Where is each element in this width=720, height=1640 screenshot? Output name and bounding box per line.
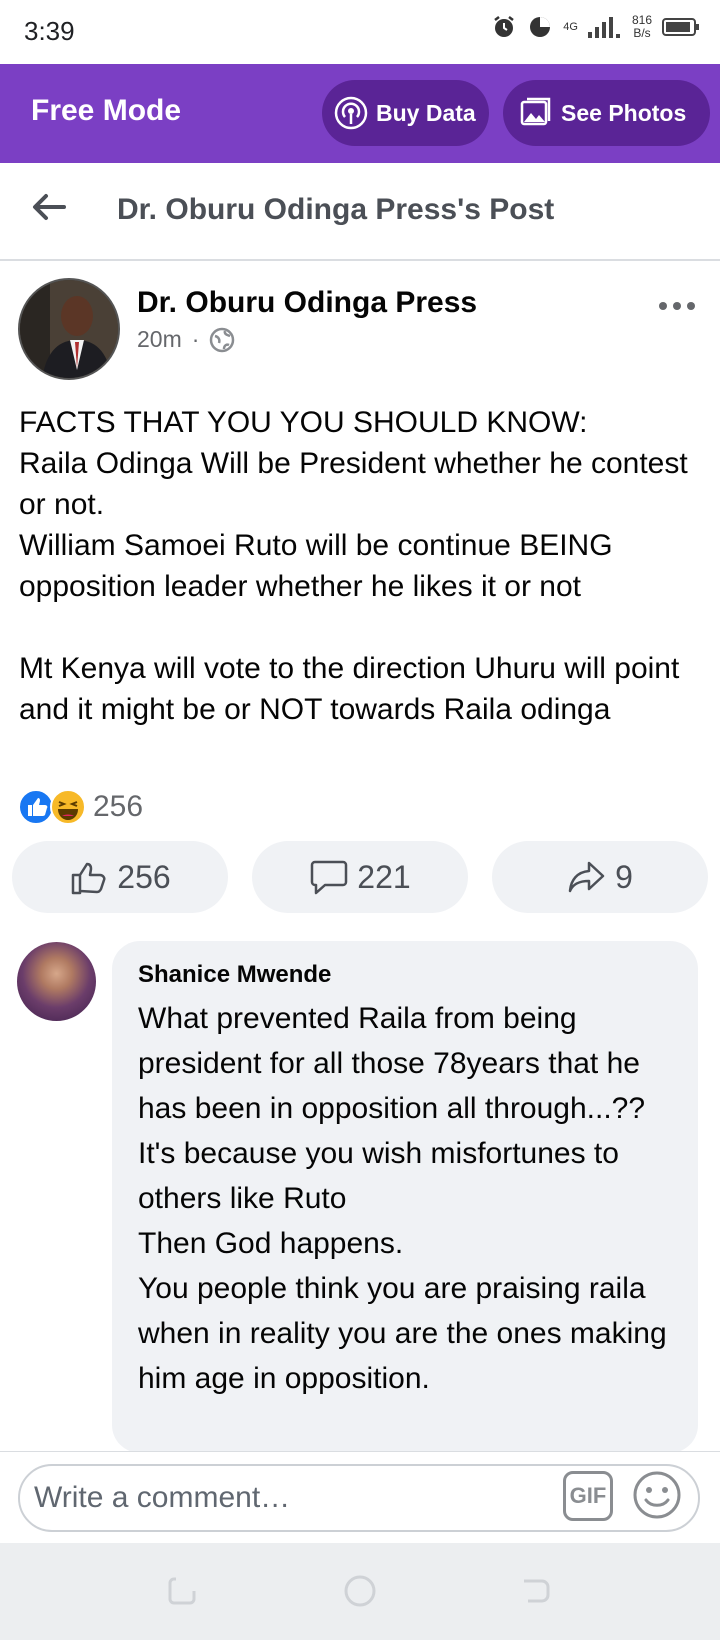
comment-composer: GIF bbox=[0, 1451, 720, 1544]
buy-data-label: Buy Data bbox=[376, 99, 476, 126]
thumbs-up-icon bbox=[72, 862, 106, 895]
recents-nav-icon[interactable] bbox=[166, 1573, 202, 1609]
broadcast-icon bbox=[334, 96, 368, 130]
like-count: 256 bbox=[117, 858, 171, 895]
signal-strength-icon bbox=[587, 17, 620, 38]
like-button[interactable]: 256 bbox=[12, 841, 228, 913]
battery-icon bbox=[662, 18, 699, 36]
reaction-count: 256 bbox=[93, 790, 144, 823]
emoji-icon[interactable] bbox=[630, 1468, 684, 1522]
comment-count: 221 bbox=[357, 858, 411, 895]
reaction-summary[interactable]: 256 bbox=[17, 788, 143, 826]
status-bar: 3:39 4G 816 B/s bbox=[0, 0, 720, 64]
alarm-icon bbox=[494, 16, 515, 37]
more-options-icon[interactable] bbox=[658, 298, 698, 314]
back-nav-icon[interactable] bbox=[518, 1573, 554, 1609]
back-arrow-icon[interactable] bbox=[28, 187, 68, 227]
meta-separator: · bbox=[191, 326, 200, 352]
post-author-name[interactable]: Dr. Oburu Odinga Press bbox=[137, 286, 477, 320]
share-button[interactable]: 9 bbox=[492, 841, 708, 913]
network-type: 4G bbox=[563, 20, 578, 33]
system-navigation-bar bbox=[0, 1543, 720, 1640]
comment-bubble-icon bbox=[311, 860, 348, 895]
home-nav-icon[interactable] bbox=[342, 1573, 378, 1609]
free-mode-title: Free Mode bbox=[31, 94, 182, 127]
gif-button[interactable]: GIF bbox=[563, 1471, 613, 1521]
post-text: FACTS THAT YOU YOU SHOULD KNOW: Raila Od… bbox=[19, 406, 688, 726]
post-meta: 20m · bbox=[137, 326, 235, 353]
page-title: Dr. Oburu Odinga Press's Post bbox=[117, 193, 555, 226]
commenter-avatar[interactable] bbox=[17, 942, 96, 1021]
post-page-header: Dr. Oburu Odinga Press's Post bbox=[0, 163, 720, 261]
share-count: 9 bbox=[615, 858, 633, 895]
photos-icon bbox=[520, 97, 551, 126]
see-photos-button[interactable]: See Photos bbox=[503, 80, 710, 146]
comment-text: What prevented Raila from being presiden… bbox=[138, 1002, 667, 1395]
haha-reaction-icon bbox=[50, 789, 86, 825]
author-avatar[interactable] bbox=[18, 278, 120, 380]
post-time[interactable]: 20m bbox=[137, 326, 182, 353]
see-photos-label: See Photos bbox=[561, 99, 687, 126]
status-time: 3:39 bbox=[24, 16, 75, 46]
buy-data-button[interactable]: Buy Data bbox=[322, 80, 489, 146]
network-speed: 816 B/s bbox=[632, 14, 652, 40]
comment-bubble[interactable]: Shanice Mwende What prevented Raila from… bbox=[112, 941, 698, 1453]
comment-button[interactable]: 221 bbox=[252, 841, 468, 913]
commenter-name[interactable]: Shanice Mwende bbox=[138, 961, 331, 989]
free-mode-bar: Free Mode Buy Data See Photos bbox=[0, 64, 720, 163]
gif-label: GIF bbox=[569, 1483, 607, 1508]
author-photo bbox=[20, 280, 118, 378]
data-saver-icon bbox=[530, 17, 551, 37]
globe-icon bbox=[210, 327, 235, 352]
status-icons: 4G 816 B/s bbox=[491, 14, 700, 40]
share-arrow-icon bbox=[568, 861, 605, 893]
speed-unit: B/s bbox=[633, 26, 651, 40]
